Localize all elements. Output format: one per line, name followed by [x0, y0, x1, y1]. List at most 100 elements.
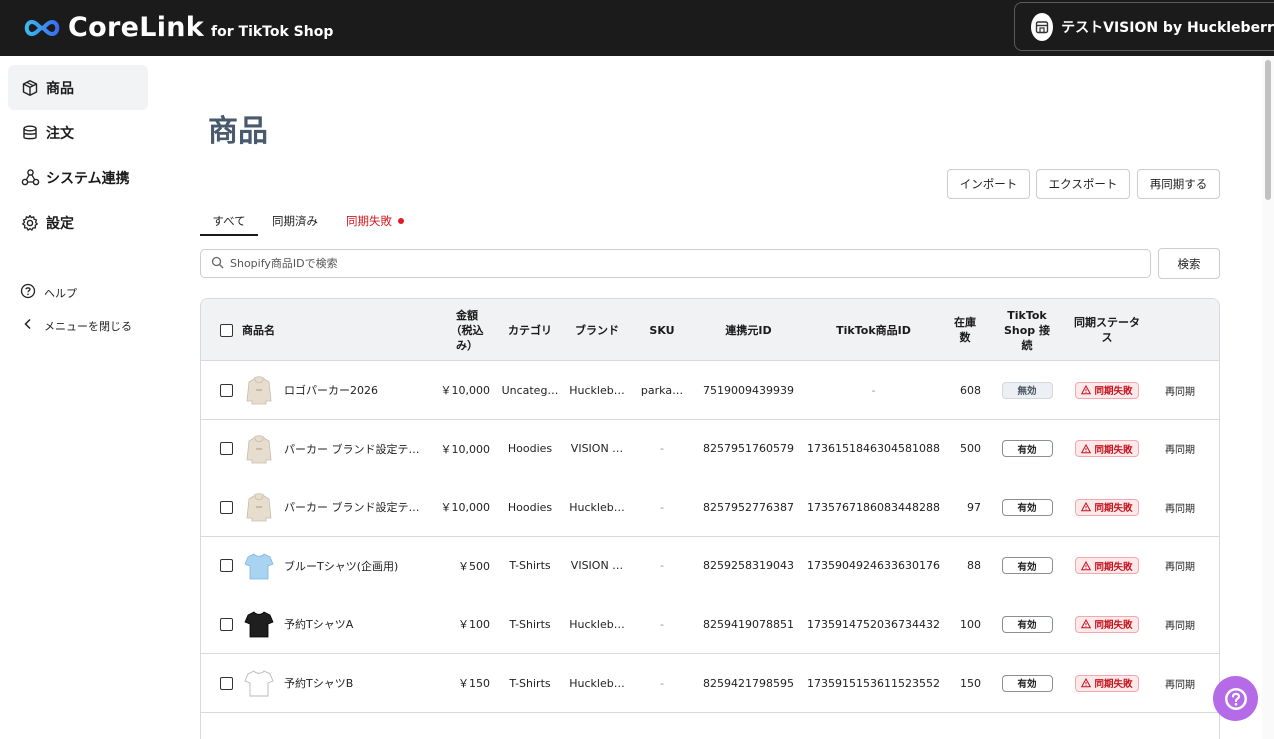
shop-name: テストVISION by Huckleberry [1061, 19, 1274, 36]
select-all-checkbox[interactable] [219, 323, 233, 337]
col-tiktok-id[interactable]: TikTok商品ID [811, 299, 936, 361]
resync-row-button[interactable]: 再同期 [1165, 441, 1195, 456]
resync-row-button[interactable]: 再同期 [1165, 558, 1195, 573]
row-select-cell [219, 420, 233, 478]
col-brand[interactable]: ブランド [567, 299, 627, 361]
col-sku[interactable]: SKU [637, 299, 687, 361]
product-thumbnail[interactable] [243, 654, 275, 712]
resync-cell: 再同期 [1161, 654, 1199, 712]
scrollbar-thumb[interactable] [1265, 60, 1271, 200]
page-scrollbar[interactable] [1262, 56, 1274, 739]
tab-sync-failed[interactable]: 同期失敗 [340, 206, 410, 236]
price-cell: ￥10,000 [440, 442, 491, 456]
row-select-cell [219, 537, 233, 595]
category-cell: Hoodies [507, 442, 553, 456]
sync-status-text: 同期失敗 [1094, 679, 1133, 690]
corelink-logo[interactable]: CoreLink for TikTok Shop [22, 12, 333, 43]
price-cell: ￥100 [458, 618, 490, 632]
row-checkbox[interactable] [219, 500, 233, 514]
row-select-cell [219, 478, 233, 536]
col-category[interactable]: カテゴリ [501, 299, 559, 361]
connection-badge: 無効 [1001, 381, 1053, 399]
sidebar-item-orders[interactable]: 注文 [8, 110, 148, 155]
table-row[interactable]: 予約TシャツA ￥100 T-Shirts Huckleb… - 825941907885… [201, 595, 1219, 655]
product-name-cell[interactable]: パーカー ブランド設定テ… [284, 478, 424, 536]
table-row[interactable]: 予約TシャツB ￥150 T-Shirts Huckleb… - 825942179859… [201, 654, 1219, 713]
product-name-cell[interactable]: ロゴパーカー2026 [284, 361, 424, 419]
help-link[interactable]: ヘルプ [20, 283, 77, 303]
product-name-cell[interactable]: 予約TシャツB [284, 654, 424, 712]
col-name[interactable]: 商品名 [242, 299, 302, 361]
category-cell: T-Shirts [509, 559, 551, 573]
tab-all[interactable]: すべて [200, 206, 258, 236]
product-thumbnail[interactable] [243, 478, 275, 536]
help-chat-button[interactable] [1213, 676, 1258, 721]
tiktok-id-cell: 1735915153611523552 [807, 676, 940, 690]
product-image [244, 551, 274, 581]
sync-status-badge: 同期失敗 [1075, 440, 1139, 458]
brand-cell: Huckleb… [569, 676, 625, 690]
product-name-cell[interactable]: パーカー ブランド設定テ… [284, 420, 424, 478]
database-icon [20, 123, 40, 143]
product-name: 予約TシャツA [284, 618, 354, 632]
resync-row-button[interactable]: 再同期 [1165, 676, 1195, 691]
sidebar-item-settings[interactable]: 設定 [8, 200, 148, 245]
row-select-cell [219, 361, 233, 419]
sidebar-item-label: 注文 [46, 125, 74, 142]
product-thumbnail[interactable] [243, 537, 275, 595]
close-menu-link[interactable]: メニューを閉じる [20, 316, 132, 336]
tiktok-id-cell: - [871, 383, 876, 397]
row-checkbox[interactable] [219, 617, 233, 631]
row-checkbox[interactable] [219, 559, 233, 573]
sidebar-item-products[interactable]: 商品 [8, 65, 148, 110]
connection-cell: 有効 [1001, 420, 1053, 478]
resync-cell: 再同期 [1161, 595, 1199, 653]
tiktok-id-cell: 1735767186083448288 [807, 500, 940, 514]
product-thumbnail[interactable] [243, 595, 275, 653]
product-image [244, 492, 274, 522]
product-name-cell[interactable]: ブルーTシャツ(企画用) [284, 537, 424, 595]
table-row[interactable]: ブルーTシャツ(企画用) ￥500 T-Shirts VISION … - 8259258… [201, 536, 1219, 596]
sidebar-item-integrations[interactable]: システム連携 [8, 155, 148, 200]
source-id-cell: 7519009439939 [703, 383, 794, 397]
resync-all-button[interactable]: 再同期する [1137, 169, 1220, 199]
export-button[interactable]: エクスポート [1036, 169, 1130, 199]
col-source-id[interactable]: 連携元ID [701, 299, 796, 361]
row-checkbox[interactable] [219, 442, 233, 456]
category-cell: Uncateg… [501, 383, 559, 397]
col-price[interactable]: 金額（税込み） [447, 299, 487, 361]
resync-row-button[interactable]: 再同期 [1165, 500, 1195, 515]
tiktok-id-cell: 1735914752036734432 [807, 617, 940, 631]
product-name: パーカー ブランド設定テ… [284, 442, 420, 456]
integration-icon [20, 168, 40, 188]
search-input[interactable] [230, 257, 1130, 270]
shop-selector-button[interactable]: テストVISION by Huckleberry [1014, 2, 1274, 51]
row-checkbox[interactable] [219, 383, 233, 397]
product-thumbnail[interactable] [243, 361, 275, 419]
table-row[interactable]: ロゴパーカー2026 ￥10,000 Uncateg… Huckleb… parka… 7… [201, 361, 1219, 420]
search-button[interactable]: 検索 [1158, 248, 1220, 279]
sync-status-badge: 同期失敗 [1075, 381, 1139, 399]
col-sync-status[interactable]: 同期ステータス [1073, 299, 1141, 361]
sync-status-badge: 同期失敗 [1075, 674, 1139, 692]
stock-cell: 97 [967, 500, 981, 514]
tab-synced[interactable]: 同期済み [266, 206, 324, 236]
table-row[interactable]: パーカー ブランド設定テ… ￥10,000 Hoodies VISION … - 8257… [201, 419, 1219, 479]
col-stock[interactable]: 在庫数 [949, 299, 981, 361]
resync-cell: 再同期 [1161, 361, 1199, 419]
table-row[interactable]: パーカー ブランド設定テ… ￥10,000 Hoodies Huckleb… - 8257… [201, 478, 1219, 538]
resync-row-button[interactable]: 再同期 [1165, 383, 1195, 398]
logo-text: CoreLink [68, 12, 205, 43]
product-name-cell[interactable]: 予約TシャツA [284, 595, 424, 653]
connection-badge: 有効 [1001, 557, 1053, 575]
product-name: ブルーTシャツ(企画用) [284, 559, 399, 573]
category-cell: T-Shirts [509, 617, 551, 631]
resync-row-button[interactable]: 再同期 [1165, 617, 1195, 632]
import-button[interactable]: インポート [947, 169, 1030, 199]
row-checkbox[interactable] [219, 676, 233, 690]
col-connection[interactable]: TikTok Shop 接続 [1001, 299, 1053, 361]
sku-cell: - [660, 617, 664, 631]
sync-status-text: 同期失敗 [1094, 503, 1133, 515]
product-thumbnail[interactable] [243, 420, 275, 478]
warning-icon [1081, 619, 1092, 629]
